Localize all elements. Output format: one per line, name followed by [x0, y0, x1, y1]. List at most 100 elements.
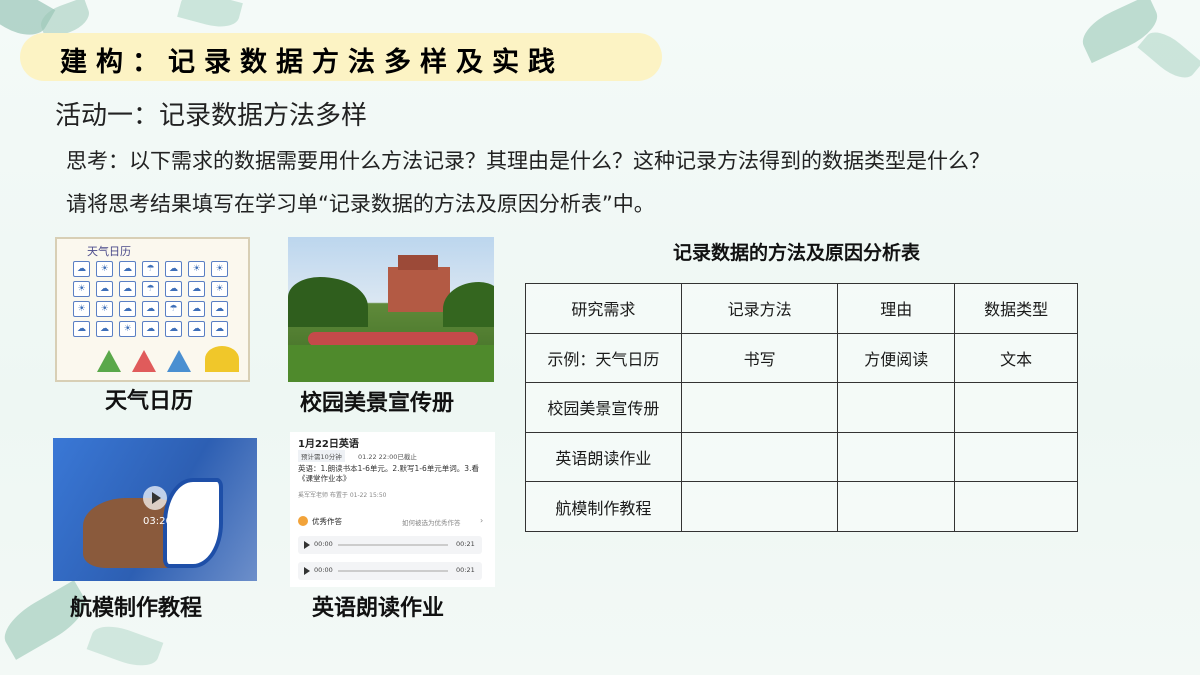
weather-icon: ☁ [211, 321, 228, 337]
table-cell[interactable] [680, 431, 839, 483]
weather-icon: ☁ [119, 301, 136, 317]
lawn [288, 345, 494, 382]
weather-icon: ☀ [211, 261, 228, 277]
column-header: 研究需求 [525, 283, 682, 334]
table-cell[interactable] [680, 382, 839, 433]
tutorial-video-thumbnail[interactable]: 03:26 [53, 438, 257, 581]
weather-calendar-image: 天气日历 ☁ ☀ ☁ ☂ ☁ ☀ ☀ ☀ ☁ ☁ ☂ ☁ ☁ ☀ ☀ ☀ ☁ ☁ ☂ ☁ ☁ ☁ ☁ ☀ ☁ ☁ ☁ ☁ [55, 237, 250, 382]
table-row: 示例：天气日历 书写 方便阅读 文本 [525, 332, 1078, 384]
table-cell: 校园美景宣传册 [525, 382, 682, 433]
table-cell[interactable] [954, 431, 1078, 483]
table-cell[interactable] [954, 382, 1078, 433]
column-header: 记录方法 [680, 283, 839, 334]
weather-icon: ☁ [73, 321, 90, 337]
video-caption: 航模制作教程 [70, 596, 203, 621]
weather-icon: ☁ [73, 261, 90, 277]
weather-icon: ☂ [165, 301, 182, 317]
table-cell[interactable] [837, 481, 956, 532]
weather-icon: ☁ [142, 301, 159, 317]
weather-icon: ☀ [73, 301, 90, 317]
instruction-text: 请将思考结果填写在学习单“记录数据的方法及原因分析表”中。 [66, 192, 655, 216]
weather-icon: ☁ [165, 321, 182, 337]
weather-icon: ☂ [142, 261, 159, 277]
weather-icon: ☁ [188, 301, 205, 317]
building [398, 255, 438, 270]
weather-icon: ☀ [96, 301, 113, 317]
leaf-decoration [177, 0, 243, 33]
weather-icon: ☁ [188, 321, 205, 337]
hw-task: 英语：1.朗读书本1-6单元。2.默写1-6单元单词。3.看《课堂作业本》 [298, 464, 479, 483]
excellent-label: 优秀作答 [312, 517, 342, 526]
analysis-table: 研究需求 记录方法 理由 数据类型 示例：天气日历 书写 方便阅读 文本 校园美… [525, 283, 1078, 532]
page-title: 建构：记录数据方法多样及实践 [60, 47, 564, 78]
audio-end-time: 00:21 [456, 566, 475, 574]
table-cell: 英语朗读作业 [525, 431, 682, 483]
weather-icon: ☀ [211, 281, 228, 297]
table-cell: 方便阅读 [837, 332, 956, 384]
audio-start-time: 00:00 [314, 566, 333, 574]
weather-icon: ☁ [211, 301, 228, 317]
calendar-heading: 天气日历 [87, 245, 131, 258]
table-cell[interactable] [680, 481, 839, 532]
table-row: 英语朗读作业 [525, 431, 1078, 483]
hw-time-tag: 预计需10分钟 [298, 450, 345, 462]
chevron-right-icon[interactable]: › [480, 516, 483, 525]
table-title: 记录数据的方法及原因分析表 [673, 242, 921, 264]
campus-caption: 校园美景宣传册 [300, 391, 455, 416]
boat-drawings [97, 344, 247, 372]
table-row: 航模制作教程 [525, 481, 1078, 532]
calendar-caption: 天气日历 [105, 389, 194, 414]
hw-deadline: 01.22 22:00已截止 [358, 453, 417, 461]
weather-icon: ☀ [73, 281, 90, 297]
weather-icon: ☁ [119, 281, 136, 297]
campus-photo [288, 237, 494, 382]
weather-icon: ☁ [142, 321, 159, 337]
video-time: 03:26 [143, 516, 172, 527]
column-header: 数据类型 [954, 283, 1078, 334]
calendar-grid: ☁ ☀ ☁ ☂ ☁ ☀ ☀ ☀ ☁ ☁ ☂ ☁ ☁ ☀ ☀ ☀ ☁ ☁ ☂ ☁ ☁ ☁ ☁ ☀ ☁ ☁ ☁ ☁ [73, 261, 228, 337]
table-header-row: 研究需求 记录方法 理由 数据类型 [525, 283, 1078, 334]
trees [443, 282, 494, 327]
weather-icon: ☀ [119, 321, 136, 337]
homework-caption: 英语朗读作业 [312, 596, 445, 621]
weather-icon: ☀ [188, 261, 205, 277]
weather-icon: ☁ [188, 281, 205, 297]
table-cell[interactable] [954, 481, 1078, 532]
audio-end-time: 00:21 [456, 540, 475, 548]
column-header: 理由 [837, 283, 956, 334]
weather-icon: ☂ [142, 281, 159, 297]
play-icon[interactable] [304, 541, 310, 549]
weather-icon: ☁ [96, 321, 113, 337]
play-icon[interactable] [143, 486, 167, 510]
table-cell: 航模制作教程 [525, 481, 682, 532]
homework-app-screenshot: 1月22日英语 预计需10分钟 01.22 22:00已截止 英语：1.朗读书本… [290, 432, 495, 587]
table-cell: 示例：天气日历 [525, 332, 682, 384]
audio-player[interactable]: 00:00 00:21 [298, 536, 482, 554]
weather-icon: ☀ [96, 261, 113, 277]
play-icon[interactable] [304, 567, 310, 575]
thinking-question: 思考：以下需求的数据需要用什么方法记录？其理由是什么？这种记录方法得到的数据类型… [66, 149, 990, 173]
hw-teacher: 奚军军老师 布置于 01-22 15:50 [298, 492, 387, 499]
leaf-decoration [86, 618, 164, 674]
audio-start-time: 00:00 [314, 540, 333, 548]
audio-progress-bar[interactable] [338, 570, 448, 572]
table-row: 校园美景宣传册 [525, 382, 1078, 433]
hw-title: 1月22日英语 [298, 439, 359, 450]
excellent-link[interactable]: 如何被选为优秀作答 [402, 517, 461, 527]
table-cell[interactable] [837, 431, 956, 483]
audio-progress-bar[interactable] [338, 544, 448, 546]
table-cell: 文本 [954, 332, 1078, 384]
wave-paper [163, 478, 223, 568]
activity-subtitle: 活动一：记录数据方法多样 [55, 101, 368, 131]
table-cell[interactable] [837, 382, 956, 433]
weather-icon: ☁ [119, 261, 136, 277]
weather-icon: ☁ [165, 281, 182, 297]
building [388, 267, 450, 312]
medal-icon [298, 516, 308, 526]
weather-icon: ☁ [96, 281, 113, 297]
audio-player[interactable]: 00:00 00:21 [298, 562, 482, 580]
trees [288, 277, 368, 327]
flower-bed [308, 332, 478, 346]
table-cell: 书写 [680, 332, 839, 384]
weather-icon: ☁ [165, 261, 182, 277]
